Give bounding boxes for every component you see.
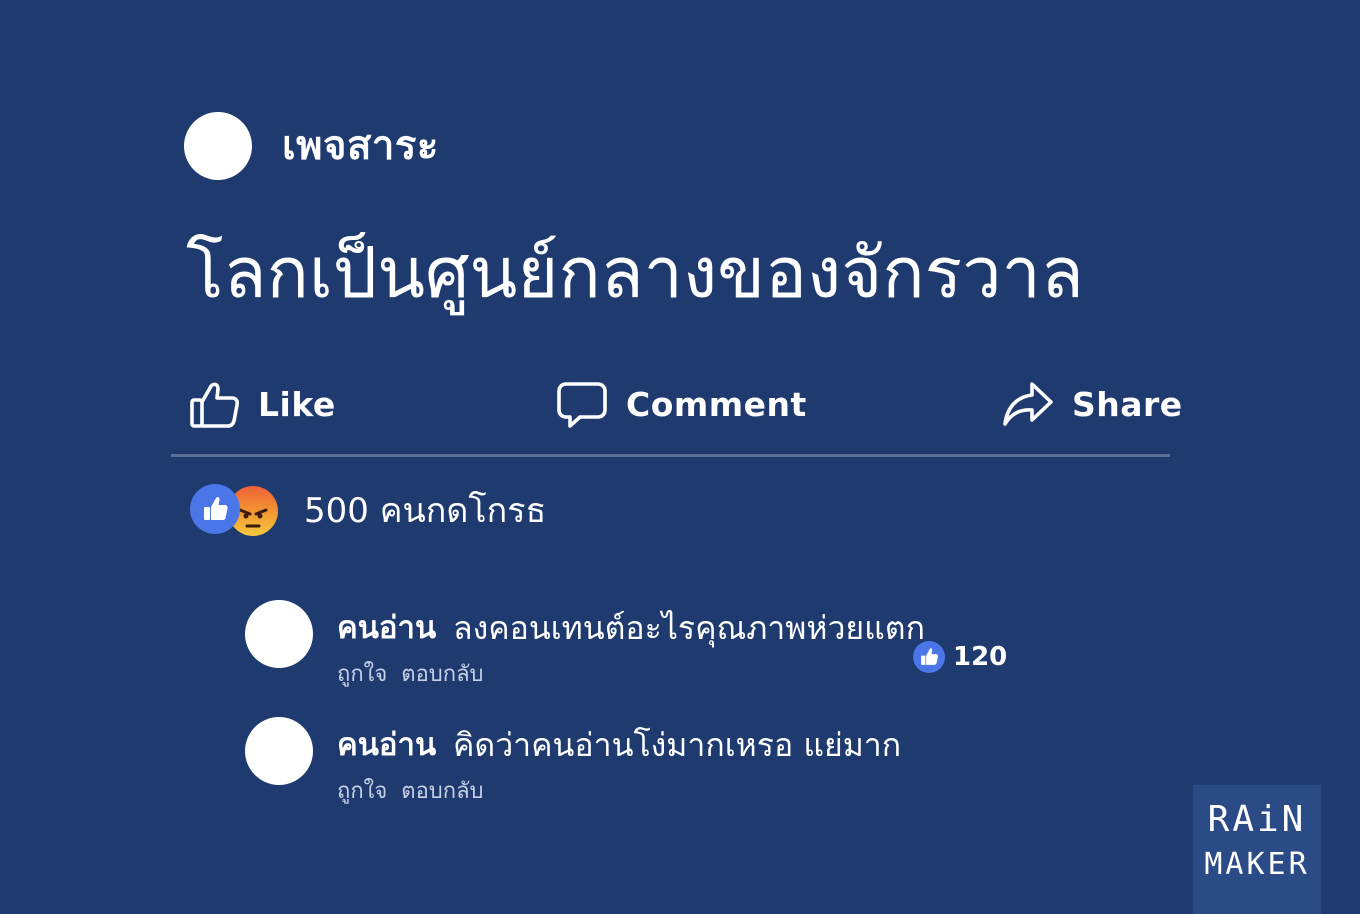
brand-logo: RAiN MAKER bbox=[1193, 785, 1321, 914]
brand-line-1: RAiN bbox=[1207, 799, 1307, 840]
commenter-avatar[interactable] bbox=[245, 600, 313, 668]
like-badge-icon bbox=[913, 641, 945, 673]
comment-like-link[interactable]: ถูกใจ bbox=[337, 662, 387, 687]
comment-button[interactable]: Comment bbox=[556, 376, 807, 432]
comment-like-count: 120 bbox=[953, 642, 1008, 672]
like-label: Like bbox=[258, 384, 336, 424]
share-arrow-icon bbox=[1002, 378, 1054, 430]
comment-like-badge[interactable]: 120 bbox=[913, 640, 1007, 674]
thumbs-up-icon bbox=[188, 378, 240, 430]
share-label: Share bbox=[1072, 384, 1183, 424]
comment-reply-link[interactable]: ตอบกลับ bbox=[401, 662, 483, 687]
reaction-count[interactable]: 500 คนกดโกรธ bbox=[304, 486, 546, 536]
comment-text: คิดว่าคนอ่านโง่มากเหรอ แย่มาก bbox=[453, 726, 902, 764]
divider bbox=[171, 454, 1170, 457]
brand-line-2: MAKER bbox=[1204, 847, 1310, 882]
page-name[interactable]: เพจสาระ bbox=[282, 118, 439, 174]
comment-text: ลงคอนเทนต์อะไรคุณภาพห่วยแตก bbox=[453, 609, 925, 647]
post-text: โลกเป็นศูนย์กลางของจักรวาล bbox=[186, 232, 1084, 314]
like-button[interactable]: Like bbox=[188, 376, 336, 432]
commenter-avatar[interactable] bbox=[245, 717, 313, 785]
reaction-icons[interactable] bbox=[190, 484, 282, 538]
comment-label: Comment bbox=[626, 384, 807, 424]
comment-like-link[interactable]: ถูกใจ bbox=[337, 779, 387, 804]
comment-actions: ถูกใจ ตอบกลับ bbox=[337, 777, 498, 807]
speech-bubble-icon bbox=[556, 378, 608, 430]
comment-actions: ถูกใจ ตอบกลับ bbox=[337, 660, 498, 690]
comment-item: คนอ่าน ลงคอนเทนต์อะไรคุณภาพห่วยแตก ถูกใจ… bbox=[245, 600, 1005, 700]
like-reaction-icon bbox=[190, 484, 240, 534]
comment-author[interactable]: คนอ่าน bbox=[337, 606, 436, 650]
share-button[interactable]: Share bbox=[1002, 376, 1183, 432]
comment-reply-link[interactable]: ตอบกลับ bbox=[401, 779, 483, 804]
comment-author[interactable]: คนอ่าน bbox=[337, 723, 436, 767]
page-avatar[interactable] bbox=[184, 112, 252, 180]
comment-item: คนอ่าน คิดว่าคนอ่านโง่มากเหรอ แย่มาก ถูก… bbox=[245, 717, 1005, 817]
